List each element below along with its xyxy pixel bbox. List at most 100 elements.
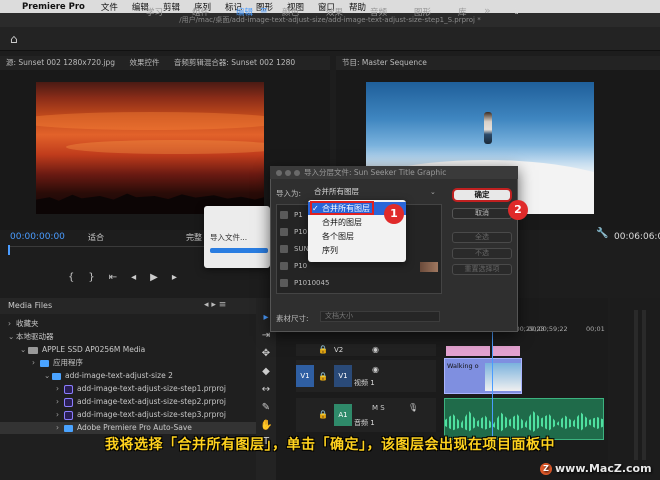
layer-name: P1010045 [294,279,330,287]
wrench-icon[interactable]: 🔧 [596,228,608,239]
close-window-icon[interactable] [276,170,282,176]
video-clip[interactable]: Walking o [444,358,522,394]
zoom-window-icon[interactable] [294,170,300,176]
tree-label: add-image-text-adjust-size-step1.prproj [77,384,226,393]
track-v1-name[interactable]: V1 [334,365,352,387]
tree-applications[interactable]: › 应用程序 [0,357,256,369]
step-forward-icon[interactable]: ▸ [172,272,177,283]
timeline-timecode-2: 00;00;59;22 [528,325,568,333]
more-workspaces-icon[interactable]: » [484,4,491,17]
eye-icon[interactable]: ◉ [372,365,379,374]
graphic-clip-2[interactable] [492,346,520,356]
tree-label: APPLE SSD AP0256M Media [42,345,146,354]
import-as-label: 导入为: [276,189,302,198]
highlight-box [310,201,374,215]
home-icon[interactable]: ⌂ [10,32,24,46]
workspace-editing[interactable]: 编辑 [236,6,253,18]
chevron-down-icon: ⌄ [430,188,436,196]
tree-prproj-3[interactable]: › add-image-text-adjust-size-step3.prproj [0,409,256,421]
program-timecode[interactable]: 00:06:06:08 [614,232,660,242]
lock-icon[interactable]: 🔒 [318,410,328,419]
import-as-select[interactable]: 合并所有图层 ⌄ [312,186,442,198]
slip-tool-icon[interactable]: ↔ [260,384,272,396]
workspace-menu-icon[interactable]: ≡ [260,6,268,16]
reset-selection-button[interactable]: 重置选择项 [452,264,512,275]
menu-file[interactable]: 文件 [101,1,118,13]
layer-checkbox[interactable] [280,211,288,219]
tree-project-folder[interactable]: ⌄ add-image-text-adjust-size 2 [0,370,256,382]
select-all-button[interactable]: 全选 [452,232,512,243]
import-progress-label: 导入文件... [210,233,248,242]
layer-checkbox[interactable] [280,262,288,270]
minimize-window-icon[interactable] [285,170,291,176]
option-label: 各个图层 [322,232,354,241]
quick-export-icon[interactable]: ⇪ [512,4,521,17]
workspace-assembly[interactable]: 组件 [192,6,209,18]
timeline-playhead[interactable] [492,318,493,448]
source-timecode[interactable]: 00:00:00:00 [10,232,65,242]
footage-size-label: 素材尺寸: [276,314,309,323]
layer-name: P10 [294,262,308,270]
mute-icon[interactable]: M S [372,404,385,412]
option-sequence[interactable]: 序列 [308,244,406,257]
workspace-effects[interactable]: 效果 [326,6,343,18]
source-playhead[interactable] [8,245,10,255]
razor-tool-icon[interactable]: ◆ [260,366,272,378]
tree-drive[interactable]: ⌄ APPLE SSD AP0256M Media [0,344,256,356]
ripple-edit-tool-icon[interactable]: ✥ [260,348,272,360]
folder-icon [40,359,49,367]
cancel-button[interactable]: 取消 [452,208,512,219]
prproj-icon [64,397,73,407]
tree-auto-save[interactable]: › Adobe Premiere Pro Auto-Save [0,422,256,434]
layer-name: P10 [294,228,308,236]
tree-prproj-1[interactable]: › add-image-text-adjust-size-step1.prproj [0,383,256,395]
option-individual-layers[interactable]: 各个图层 [308,230,406,243]
program-panel-title[interactable]: 节目: Master Sequence [336,58,427,67]
tree-label: add-image-text-adjust-size-step2.prproj [77,397,226,406]
track-v1-target[interactable]: V1 [296,365,314,387]
tree-favorites[interactable]: › 收藏夹 [0,318,256,330]
tutorial-subtitle: 我将选择「合并所有图层」，单击「确定」，该图层会出现在项目面板中 [105,437,555,453]
eye-icon[interactable]: ◉ [372,345,379,354]
tree-local-drives[interactable]: ⌄ 本地驱动器 [0,331,256,343]
track-v2[interactable] [296,344,436,356]
ok-button[interactable]: 确定 [452,188,512,202]
graphic-clip[interactable] [446,346,490,356]
timeline-timecode-3: 00;01 [586,325,605,333]
tree-prproj-2[interactable]: › add-image-text-adjust-size-step2.prproj [0,396,256,408]
workspace-color[interactable]: 颜色 [282,6,299,18]
layer-row[interactable]: P1010045 [280,276,440,290]
sunset-image [36,82,264,214]
layer-checkbox[interactable] [280,245,288,253]
workspace-audio[interactable]: 音频 [370,6,387,18]
play-icon[interactable]: ▶ [150,272,158,283]
hand-tool-icon[interactable]: ✋ [260,420,272,432]
menu-help[interactable]: 帮助 [349,1,366,13]
lock-icon[interactable]: 🔒 [318,345,328,354]
mic-icon[interactable]: 🎙 [408,403,418,412]
project-nav-icons[interactable]: ◂ ▸ ≡ [204,300,226,310]
footage-size-select[interactable]: 文档大小 [320,311,440,322]
step-back-icon[interactable]: ◂ [131,272,136,283]
go-to-in-icon[interactable]: ⇤ [109,272,117,283]
tab-audio-clip-mixer[interactable]: 音频剪辑混合器: Sunset 002 1280 [162,58,295,67]
menu-app-name[interactable]: Premiere Pro [22,2,85,12]
source-fit-select[interactable]: 适合 [88,232,104,243]
tab-source[interactable]: 源: Sunset 002 1280x720.jpg [0,58,115,67]
workspace-learn[interactable]: 学习 [146,6,163,18]
menu-clip[interactable]: 剪辑 [163,1,180,13]
track-a1-name[interactable]: A1 [334,404,352,426]
lock-icon[interactable]: 🔒 [318,372,328,381]
workspace-graphics[interactable]: 图形 [414,6,431,18]
pen-tool-icon[interactable]: ✎ [260,402,272,414]
mark-in-icon[interactable]: { [68,272,74,283]
workspace-libraries[interactable]: 库 [458,6,467,18]
layer-checkbox[interactable] [280,279,288,287]
mark-out-icon[interactable]: } [88,272,94,283]
tab-effect-controls[interactable]: 效果控件 [117,58,159,67]
source-resolution-select[interactable]: 完整 [186,232,202,243]
select-none-button[interactable]: 不选 [452,248,512,259]
program-panel-header: 节目: Master Sequence [336,56,660,70]
layer-checkbox[interactable] [280,228,288,236]
callout-2: 2 [508,200,528,220]
